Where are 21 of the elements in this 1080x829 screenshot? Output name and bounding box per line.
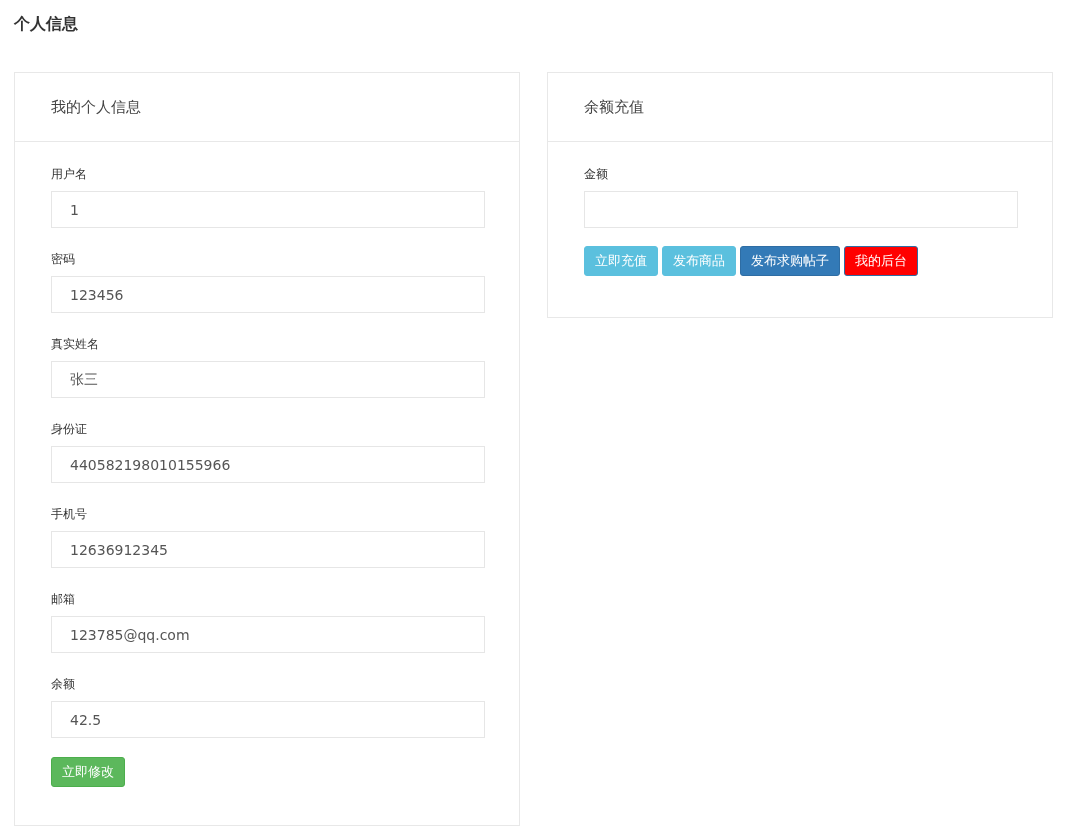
panel-title: 余额充值 xyxy=(584,97,644,117)
input-field[interactable]: 440582198010155966 xyxy=(51,446,485,483)
field-label: 密码 xyxy=(51,251,76,268)
field-label: 真实姓名 xyxy=(51,336,100,353)
input-field[interactable]: 1 xyxy=(51,191,485,228)
input-field[interactable]: 张三 xyxy=(51,361,485,398)
field-label: 余额 xyxy=(51,676,76,693)
action-button[interactable]: 我的后台 xyxy=(844,246,918,276)
input-field[interactable]: 42.5 xyxy=(51,701,485,738)
field-label: 用户名 xyxy=(51,166,88,183)
action-button[interactable]: 发布求购帖子 xyxy=(740,246,840,276)
field-label: 身份证 xyxy=(51,421,88,438)
input-field[interactable]: 123785@qq.com xyxy=(51,616,485,653)
field-label: 金额 xyxy=(584,166,609,183)
amount-input[interactable] xyxy=(584,191,1018,228)
page-title: 个人信息 xyxy=(14,13,79,35)
input-field[interactable]: 12636912345 xyxy=(51,531,485,568)
input-field[interactable]: 123456 xyxy=(51,276,485,313)
panel-title: 我的个人信息 xyxy=(51,97,141,117)
field-label: 邮箱 xyxy=(51,591,76,608)
field-label: 手机号 xyxy=(51,506,88,523)
